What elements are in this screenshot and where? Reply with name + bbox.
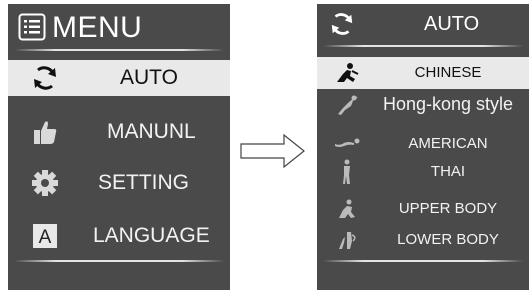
menu-item-label: MANUNL: [107, 120, 196, 143]
header-divider: [14, 49, 224, 51]
menu-item-manual[interactable]: MANUNL: [8, 114, 230, 150]
auto-menu-panel: AUTO CHINESE Hong-kong style AMERICAN TH…: [317, 4, 529, 290]
program-label: CHINESE: [414, 64, 482, 81]
menu-item-label: SETTING: [98, 171, 190, 194]
menu-list-icon: [18, 13, 46, 41]
gear-icon: [30, 169, 60, 197]
rotate-arrows-icon: [30, 64, 60, 92]
program-label: AMERICAN: [408, 135, 488, 152]
program-item-hong-kong-style[interactable]: Hong-kong style: [317, 89, 529, 121]
menu-item-setting[interactable]: SETTING: [8, 165, 230, 201]
program-item-thai[interactable]: THAI: [317, 156, 529, 188]
program-item-chinese[interactable]: CHINESE: [317, 57, 529, 89]
standing-figure-icon: [331, 159, 363, 185]
menu-item-auto[interactable]: AUTO: [8, 60, 230, 96]
svg-text:A: A: [39, 227, 52, 248]
header-divider: [323, 45, 523, 47]
program-item-upper-body[interactable]: UPPER BODY: [317, 193, 529, 225]
main-menu-header: MENU: [8, 4, 230, 48]
footer-divider: [323, 260, 523, 262]
stretch-figure-icon: [331, 92, 363, 118]
menu-item-label: LANGUAGE: [93, 224, 210, 247]
program-label: UPPER BODY: [398, 200, 498, 217]
lower-body-icon: [331, 227, 363, 253]
letter-a-icon: A: [30, 222, 60, 250]
menu-item-language[interactable]: A LANGUAGE: [8, 218, 230, 254]
thumbs-up-icon: [30, 118, 60, 146]
main-menu-title: MENU: [52, 11, 143, 44]
rotate-arrows-icon: [331, 13, 353, 35]
lying-figure-icon: [331, 131, 363, 157]
auto-menu-header: AUTO: [317, 4, 529, 48]
program-label: THAI: [430, 163, 466, 180]
massage-figure-icon: [331, 60, 363, 86]
program-item-lower-body[interactable]: LOWER BODY: [317, 224, 529, 256]
footer-divider: [14, 260, 224, 262]
right-arrow-icon: [240, 133, 305, 169]
menu-item-label: AUTO: [120, 66, 178, 89]
program-label: LOWER BODY: [397, 231, 499, 248]
main-menu-panel: MENU AUTO MANUNL SETTING A LANGUAGE: [8, 4, 230, 290]
auto-menu-title: AUTO: [424, 13, 480, 35]
program-label: Hong-kong style: [382, 94, 514, 114]
upper-body-icon: [331, 196, 363, 222]
